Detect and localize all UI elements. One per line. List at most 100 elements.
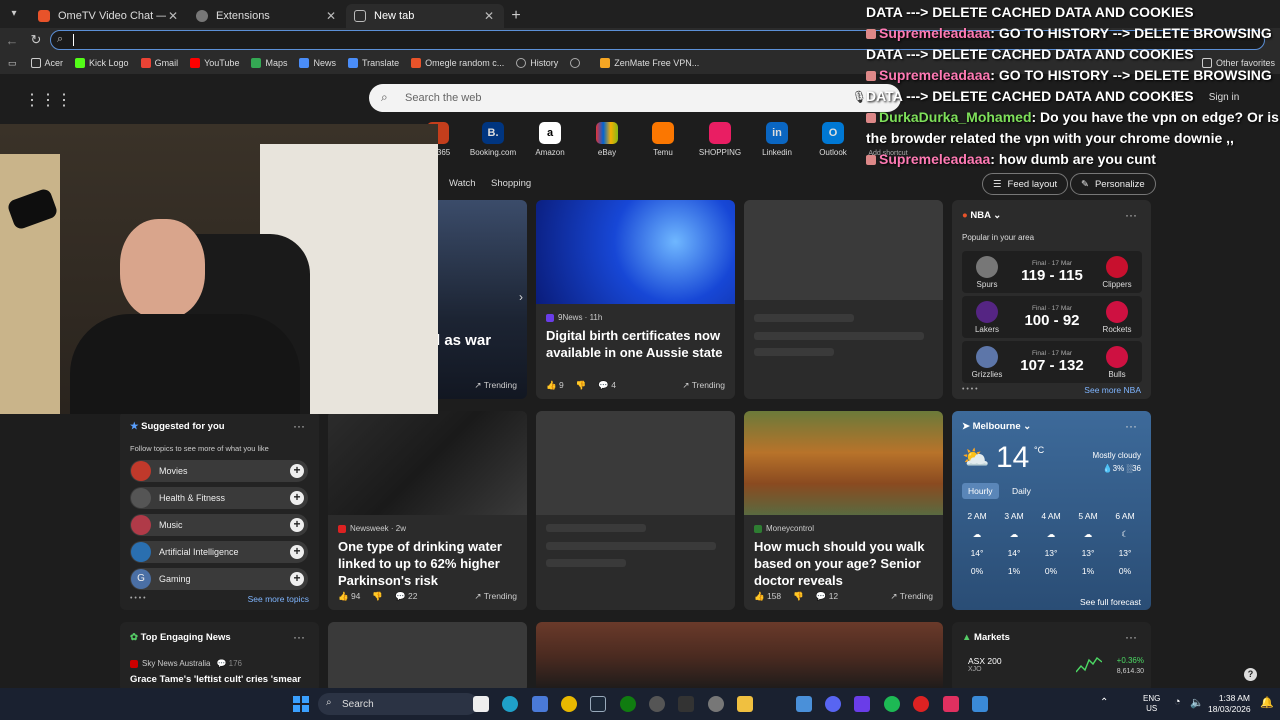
news-card-digital-birth[interactable]: 9News · 11h Digital birth certificates n… — [536, 200, 735, 399]
quicklink-shopping[interactable]: SHOPPING — [690, 122, 750, 157]
quicklink-linkedin[interactable]: in Linkedin — [747, 122, 807, 157]
quicklink-temu[interactable]: Temu — [633, 122, 693, 157]
favorite-translate[interactable]: Translate — [347, 58, 399, 68]
favorite-maps[interactable]: Maps — [251, 58, 287, 68]
more-options-icon[interactable]: ··· — [1125, 630, 1137, 644]
close-tab-icon[interactable]: ✕ — [166, 9, 180, 23]
more-options-icon[interactable]: ··· — [293, 419, 305, 433]
app-launcher-icon[interactable]: ⋮⋮⋮ — [24, 90, 72, 110]
more-options-icon[interactable]: ··· — [1125, 419, 1137, 433]
dislike-icon[interactable]: 👎 — [372, 591, 383, 602]
card-headline[interactable]: Grace Tame's 'leftist cult' cries 'smear — [130, 674, 301, 685]
dislike-icon[interactable]: 👎 — [576, 380, 587, 391]
xbox-icon[interactable] — [620, 696, 636, 712]
language-indicator[interactable]: ENG US — [1143, 694, 1160, 714]
audio-app-icon[interactable] — [943, 696, 959, 712]
new-tab-button[interactable]: + — [504, 7, 528, 25]
comment-icon[interactable]: 💬 12 — [816, 591, 838, 602]
edge-icon[interactable] — [502, 696, 518, 712]
nba-header[interactable]: ● NBA ⌄ — [962, 210, 1001, 221]
quicklink-outlook[interactable]: O Outlook — [803, 122, 863, 157]
favorite-history[interactable]: History — [516, 58, 558, 68]
see-more-topics-link[interactable]: See more topics — [248, 594, 309, 604]
obs-icon[interactable] — [854, 696, 870, 712]
microphone-icon[interactable]: 🎙 — [852, 90, 867, 104]
news-card-protest[interactable] — [536, 622, 943, 688]
nav-shopping[interactable]: Shopping — [491, 178, 531, 189]
app-icon[interactable] — [796, 696, 812, 712]
add-topic-icon[interactable]: + — [290, 464, 304, 478]
tab-ometv[interactable]: OmeTV Video Chat — Omegle Ra ✕ — [30, 4, 188, 28]
steam-icon[interactable] — [590, 696, 606, 712]
comment-icon[interactable]: 💬 4 — [598, 380, 616, 391]
carousel-next-icon[interactable]: › — [519, 290, 523, 304]
see-full-forecast-link[interactable]: See full forecast — [1080, 597, 1141, 607]
favorite-news[interactable]: News — [299, 58, 336, 68]
news-card-drinking-water[interactable]: Newsweek · 2w One type of drinking water… — [328, 411, 527, 610]
close-tab-icon[interactable]: ✕ — [482, 9, 496, 23]
like-icon[interactable]: 👍 158 — [754, 591, 781, 602]
tab-new-tab[interactable]: New tab ✕ — [346, 4, 504, 28]
settings-gear-icon[interactable] — [708, 696, 724, 712]
more-options-icon[interactable]: ··· — [293, 630, 305, 644]
topic-gaming[interactable]: G Gaming + — [130, 568, 308, 590]
add-topic-icon[interactable]: + — [290, 545, 304, 559]
feed-layout-button[interactable]: ☰ Feed layout — [982, 173, 1069, 195]
taskbar-search[interactable]: ⌕ Search — [318, 693, 478, 715]
favorite-globe[interactable] — [570, 58, 584, 68]
favorite-omegle[interactable]: Omegle random c... — [411, 58, 504, 68]
clock[interactable]: 1:38 AM 18/03/2026 — [1208, 693, 1251, 715]
nba-game-row[interactable]: Grizzlies Final · 17 Mar 107 - 132 Bulls — [962, 341, 1142, 383]
help-icon[interactable]: ? — [1244, 668, 1257, 681]
see-more-nba-link[interactable]: See more NBA — [1084, 385, 1141, 395]
personalize-button[interactable]: ✎ Personalize — [1070, 173, 1156, 195]
quicklink-amazon[interactable]: a Amazon — [520, 122, 580, 157]
chevron-up-icon[interactable]: ⌃ — [1100, 697, 1108, 708]
more-options-icon[interactable]: ··· — [1125, 208, 1137, 222]
add-topic-icon[interactable]: + — [290, 491, 304, 505]
epic-games-icon[interactable] — [678, 696, 694, 712]
favorite-youtube[interactable]: YouTube — [190, 58, 239, 68]
weather-header[interactable]: ➤ Melbourne ⌄ — [962, 421, 1031, 432]
tab-extensions[interactable]: Extensions ✕ — [188, 4, 346, 28]
tab-hourly[interactable]: Hourly — [962, 483, 999, 499]
discord-icon[interactable] — [825, 696, 841, 712]
weather-card[interactable]: ➤ Melbourne ⌄ ··· ⛅ 14 °C Mostly cloudy … — [952, 411, 1151, 610]
news-card-walk[interactable]: Moneycontrol How much should you walk ba… — [744, 411, 943, 610]
topic-health-fitness[interactable]: Health & Fitness + — [130, 487, 308, 509]
like-icon[interactable]: 👍 9 — [546, 380, 564, 391]
task-view-icon[interactable] — [473, 696, 489, 712]
nba-game-row[interactable]: Lakers Final · 17 Mar 100 - 92 Rockets — [962, 296, 1142, 338]
add-topic-icon[interactable]: + — [290, 572, 304, 586]
favorite-acer[interactable]: Acer — [30, 58, 63, 68]
spotify-icon[interactable] — [884, 696, 900, 712]
market-index-row[interactable]: ASX 200 XJO +0.36% 8,614.30 — [968, 656, 1144, 686]
web-search-input[interactable]: ⌕ Search the web 🎙 — [369, 84, 901, 112]
quicklink-ebay[interactable]: eBay — [577, 122, 637, 157]
nav-watch[interactable]: Watch — [449, 178, 476, 189]
app-icon[interactable] — [972, 696, 988, 712]
favorite-kick[interactable]: Kick Logo — [75, 58, 129, 68]
app-icon[interactable] — [649, 696, 665, 712]
windows-start-icon[interactable] — [293, 696, 309, 712]
chrome-icon[interactable] — [561, 696, 577, 712]
tab-daily[interactable]: Daily — [1012, 486, 1031, 496]
wifi-icon[interactable]: ◔ — [1174, 696, 1181, 708]
favorites-menu-icon[interactable]: ▭ — [8, 58, 17, 69]
dislike-icon[interactable]: 👎 — [793, 591, 804, 602]
favorite-zenmate[interactable]: ZenMate Free VPN... — [600, 58, 699, 68]
like-icon[interactable]: 👍 94 — [338, 591, 360, 602]
topic-music[interactable]: Music + — [130, 514, 308, 536]
topic-movies[interactable]: Movies + — [130, 460, 308, 482]
vpn-app-icon[interactable] — [532, 696, 548, 712]
volume-icon[interactable]: 🔈 — [1190, 696, 1204, 709]
favorite-gmail[interactable]: Gmail — [140, 58, 178, 68]
nba-game-row[interactable]: Spurs Final · 17 Mar 119 - 115 Clippers — [962, 251, 1142, 293]
refresh-icon[interactable]: ↻ — [24, 32, 48, 48]
topic-ai[interactable]: Artificial Intelligence + — [130, 541, 308, 563]
file-explorer-icon[interactable] — [737, 696, 753, 712]
add-topic-icon[interactable]: + — [290, 518, 304, 532]
news-card-war[interactable]: l as war ↗ Trending › — [428, 200, 527, 399]
comment-icon[interactable]: 💬 22 — [395, 591, 417, 602]
close-tab-icon[interactable]: ✕ — [324, 9, 338, 23]
